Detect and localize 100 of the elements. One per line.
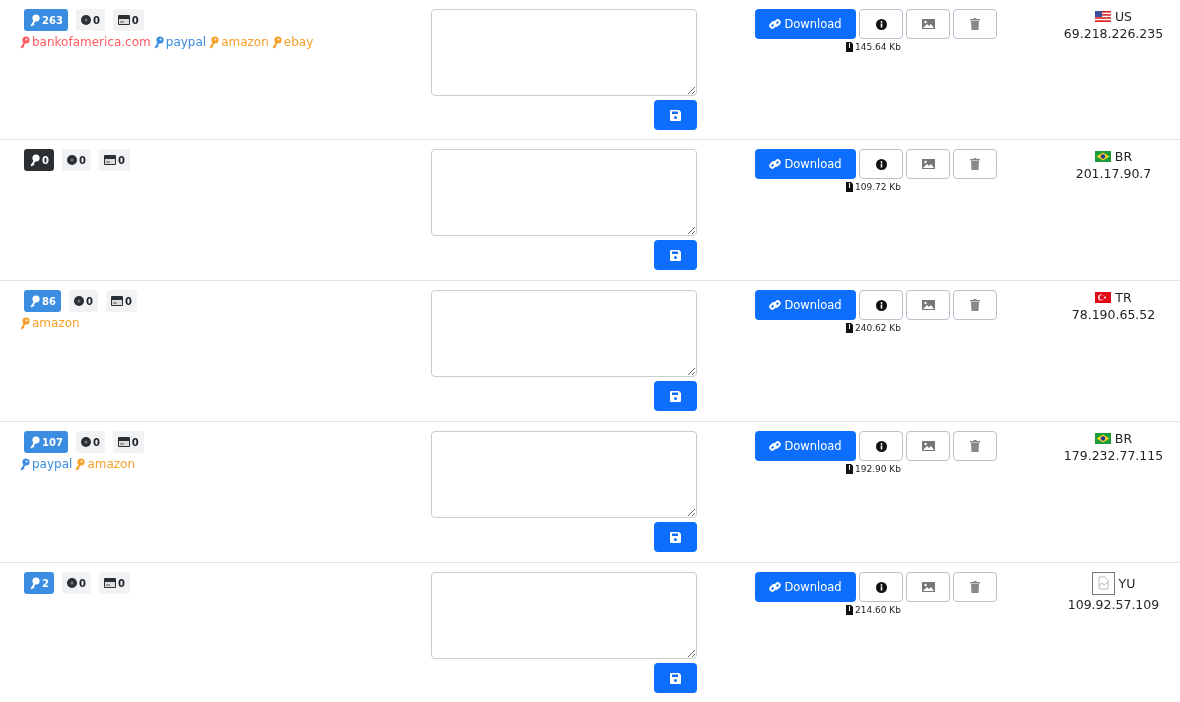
trash-icon: [970, 18, 980, 30]
file-size: 240.62 Kb: [846, 323, 901, 333]
info-icon: [875, 299, 887, 311]
download-button[interactable]: Download: [755, 9, 856, 39]
key-icon: [29, 153, 40, 167]
trash-icon: [970, 158, 980, 170]
country-code: TR: [1115, 290, 1132, 305]
key-icon: [19, 457, 30, 471]
credit-card-icon: [103, 578, 116, 588]
save-button[interactable]: [654, 381, 697, 411]
file-icon: [846, 323, 853, 333]
card-count-badge: 0: [112, 9, 144, 31]
coin-count-badge: 0: [61, 572, 91, 594]
flag-icon: [1094, 151, 1111, 162]
save-button[interactable]: [654, 522, 697, 552]
site-tag: bankofamerica.com: [19, 35, 151, 49]
delete-button[interactable]: [953, 572, 997, 602]
note-field[interactable]: [431, 149, 697, 236]
note-field[interactable]: [431, 572, 697, 659]
info-button[interactable]: [859, 572, 903, 602]
trash-icon: [970, 440, 980, 452]
key-icon: [19, 35, 30, 49]
key-icon: [74, 457, 86, 471]
ip-address: 69.218.226.235: [1063, 26, 1164, 41]
flag-icon: [1094, 433, 1111, 444]
file-icon: [846, 464, 853, 474]
coin-icon: [80, 437, 91, 447]
info-icon: [875, 158, 887, 170]
country-code: US: [1114, 9, 1133, 24]
key-count-badge: 86: [24, 290, 61, 312]
save-button[interactable]: [654, 100, 697, 130]
image-button[interactable]: [906, 149, 950, 179]
key-count-badge: 263: [24, 9, 68, 31]
image-icon: [921, 582, 935, 592]
site-tag: amazon: [208, 35, 269, 49]
country-code: BR: [1114, 431, 1133, 446]
delete-button[interactable]: [953, 149, 997, 179]
file-size: 145.64 Kb: [846, 42, 901, 52]
card-count-badge: 0: [112, 431, 144, 453]
ip-address: 179.232.77.115: [1063, 448, 1164, 463]
info-button[interactable]: [859, 290, 903, 320]
site-tag: paypal: [19, 457, 73, 471]
broken-image-icon: [1091, 572, 1115, 595]
site-tag: amazon: [74, 457, 136, 471]
coin-icon: [66, 578, 77, 588]
coin-icon: [73, 296, 84, 306]
key-icon: [152, 35, 164, 49]
key-icon: [29, 435, 40, 449]
flag-icon: [1094, 11, 1111, 22]
note-field[interactable]: [431, 431, 697, 518]
ip-address: 109.92.57.109: [1067, 597, 1160, 612]
save-button[interactable]: [654, 240, 697, 270]
file-size: 109.72 Kb: [846, 182, 901, 192]
coin-icon: [66, 155, 77, 165]
download-button[interactable]: Download: [755, 572, 856, 602]
download-button[interactable]: Download: [755, 290, 856, 320]
country-code: YU: [1118, 576, 1136, 591]
delete-button[interactable]: [953, 431, 997, 461]
key-icon: [270, 35, 282, 49]
info-icon: [875, 440, 887, 452]
link-icon: [769, 18, 782, 30]
country-code: BR: [1114, 149, 1133, 164]
download-button[interactable]: Download: [755, 431, 856, 461]
file-icon: [846, 42, 853, 52]
coin-icon: [80, 15, 91, 25]
file-size: 192.90 Kb: [846, 464, 901, 474]
link-icon: [769, 581, 782, 593]
file-size: 214.60 Kb: [846, 605, 901, 615]
site-tag: amazon: [19, 316, 80, 330]
delete-button[interactable]: [953, 290, 997, 320]
save-button[interactable]: [654, 663, 697, 693]
file-icon: [846, 182, 853, 192]
download-button[interactable]: Download: [755, 149, 856, 179]
card-count-badge: 0: [105, 290, 137, 312]
image-button[interactable]: [906, 431, 950, 461]
card-count-badge: 0: [98, 149, 130, 171]
credit-card-icon: [110, 296, 123, 306]
key-count-badge: 0: [24, 149, 54, 171]
info-button[interactable]: [859, 149, 903, 179]
ip-address: 201.17.90.7: [1075, 166, 1152, 181]
image-button[interactable]: [906, 9, 950, 39]
delete-button[interactable]: [953, 9, 997, 39]
key-icon: [29, 576, 40, 590]
note-field[interactable]: [431, 9, 697, 96]
image-button[interactable]: [906, 572, 950, 602]
info-icon: [875, 18, 887, 30]
trash-icon: [970, 581, 980, 593]
link-icon: [769, 440, 782, 452]
credit-card-icon: [117, 437, 130, 447]
coin-count-badge: 0: [75, 9, 105, 31]
info-button[interactable]: [859, 431, 903, 461]
key-icon: [29, 294, 40, 308]
link-icon: [769, 158, 782, 170]
image-icon: [921, 159, 935, 169]
info-button[interactable]: [859, 9, 903, 39]
image-button[interactable]: [906, 290, 950, 320]
ip-address: 78.190.65.52: [1071, 307, 1156, 322]
key-icon: [19, 316, 30, 330]
note-field[interactable]: [431, 290, 697, 377]
site-tag: paypal: [152, 35, 207, 49]
